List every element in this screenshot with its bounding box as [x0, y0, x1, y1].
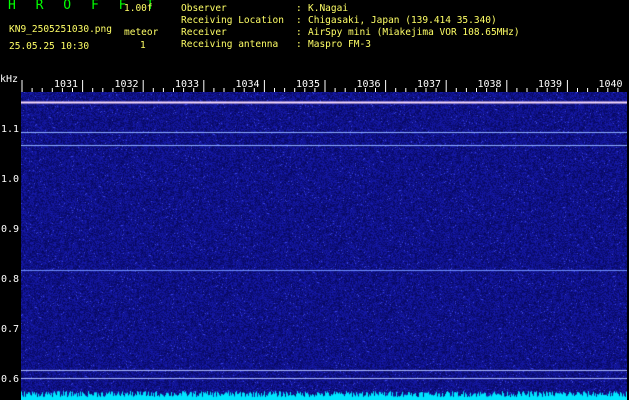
time-tick-label: 1.1 [1, 124, 20, 135]
antenna-separator: : [296, 39, 302, 50]
receiver-value: AirSpy mini (Miakejima VOR 108.65MHz) [308, 27, 520, 38]
time-tick-label: 1.0 [1, 174, 20, 185]
date-time: 25.05.25 10:30 [9, 41, 90, 52]
frequency-tick-label: 1035 [296, 79, 321, 90]
file-name: KN9_2505251030.png [9, 24, 112, 35]
antenna-label: Receiving antenna [181, 39, 279, 50]
frequency-tick-label: 1031 [54, 79, 79, 90]
observer-value: K.Nagai [308, 3, 349, 14]
time-tick-label: 0.9 [1, 224, 20, 235]
antenna-value: Maspro FM-3 [308, 39, 371, 50]
time-tick-label: 0.7 [1, 324, 20, 335]
meteor-label: meteor [124, 27, 159, 38]
frequency-tick-label: 1038 [477, 79, 502, 90]
frequency-tick-label: 1034 [235, 79, 260, 90]
version-label: 1.00f [124, 3, 153, 14]
frequency-tick-label: 1037 [417, 79, 442, 90]
receiver-label: Receiver [181, 27, 227, 38]
location-value: Chigasaki, Japan (139.414 35.340) [308, 15, 497, 26]
observer-label: Observer [181, 3, 227, 14]
waterfall-spectrogram [21, 92, 627, 400]
receiver-separator: : [296, 27, 302, 38]
frequency-tick-label: 1032 [114, 79, 139, 90]
frequency-tick-label: 1039 [538, 79, 563, 90]
location-label: Receiving Location [181, 15, 284, 26]
observer-separator: : [296, 3, 302, 14]
time-tick-label: 0.8 [1, 274, 20, 285]
meteor-count: 1 [140, 40, 146, 51]
time-tick-label: 0.6 [1, 374, 20, 385]
frequency-tick-label: 1040 [598, 79, 623, 90]
frequency-tick-label: 1033 [175, 79, 200, 90]
location-separator: : [296, 15, 302, 26]
frequency-tick-label: 1036 [356, 79, 381, 90]
